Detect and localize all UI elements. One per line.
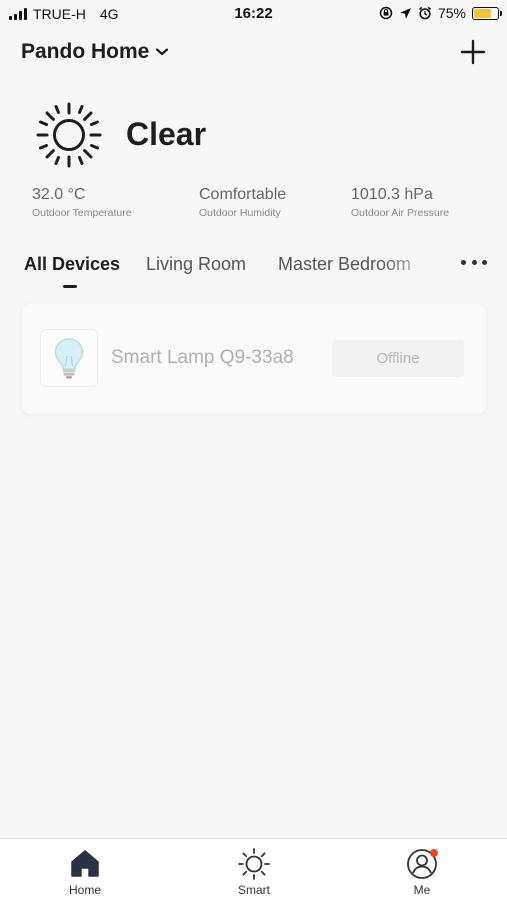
temperature-stat: 32.0 °C Outdoor Temperature <box>32 186 132 219</box>
home-icon <box>71 850 99 877</box>
sun-icon <box>36 102 102 168</box>
nav-me-label: Me <box>413 883 431 897</box>
more-dot <box>482 260 487 265</box>
home-title: Pando Home <box>21 40 150 63</box>
weather-panel: Clear 32.0 °C Outdoor Temperature Comfor… <box>0 98 507 228</box>
orientation-lock-icon <box>379 6 393 20</box>
more-rooms-button[interactable] <box>461 260 487 268</box>
home-selector[interactable]: Pando Home <box>21 40 169 64</box>
room-tabs: All Devices Living Room Master Bedroom <box>0 252 507 292</box>
add-device-button[interactable] <box>459 38 487 66</box>
status-bar: TRUE-H 4G 16:22 75% <box>0 0 507 28</box>
tab-master-bedroom[interactable]: Master Bedroom <box>278 254 411 275</box>
device-status-badge: Offline <box>332 340 464 377</box>
lightbulb-icon <box>54 338 84 379</box>
bottom-nav: Home Smart Me <box>0 838 507 900</box>
status-right: 75% <box>379 5 502 21</box>
nav-me[interactable]: Me <box>382 847 462 897</box>
pressure-stat: 1010.3 hPa Outdoor Air Pressure <box>351 186 449 219</box>
weather-condition: Clear <box>126 116 207 152</box>
device-card[interactable]: Smart Lamp Q9-33a8 Offline <box>22 304 486 414</box>
sun-icon <box>238 848 270 880</box>
tab-living-room[interactable]: Living Room <box>146 254 246 275</box>
pressure-label: Outdoor Air Pressure <box>351 207 450 219</box>
pressure-value: 1010.3 hPa <box>351 186 433 203</box>
profile-icon-wrap <box>405 847 439 881</box>
alarm-icon <box>418 6 432 20</box>
device-name: Smart Lamp Q9-33a8 <box>111 347 294 368</box>
nav-smart-label: Smart <box>237 883 270 897</box>
temperature-value: 32.0 °C <box>32 186 86 203</box>
battery-percent: 75% <box>437 5 466 21</box>
notification-dot <box>430 849 438 857</box>
humidity-stat: Comfortable Outdoor Humidity <box>199 186 286 219</box>
tab-all-devices[interactable]: All Devices <box>24 254 120 275</box>
active-tab-indicator <box>63 285 77 288</box>
device-thumbnail <box>40 329 98 387</box>
battery-icon <box>472 6 502 20</box>
chevron-down-icon <box>156 48 169 56</box>
nav-home[interactable]: Home <box>45 847 125 897</box>
header: Pando Home <box>0 36 507 72</box>
battery-level <box>474 8 492 18</box>
app-screen: TRUE-H 4G 16:22 75% Pando Home Clear 32.… <box>0 0 507 900</box>
more-dot <box>471 260 477 265</box>
nav-smart[interactable]: Smart <box>214 847 294 897</box>
more-dot <box>461 260 466 265</box>
humidity-label: Outdoor Humidity <box>199 207 281 219</box>
humidity-value: Comfortable <box>199 186 287 203</box>
temperature-label: Outdoor Temperature <box>32 207 132 219</box>
location-arrow-icon <box>399 7 411 19</box>
nav-home-label: Home <box>68 883 101 897</box>
